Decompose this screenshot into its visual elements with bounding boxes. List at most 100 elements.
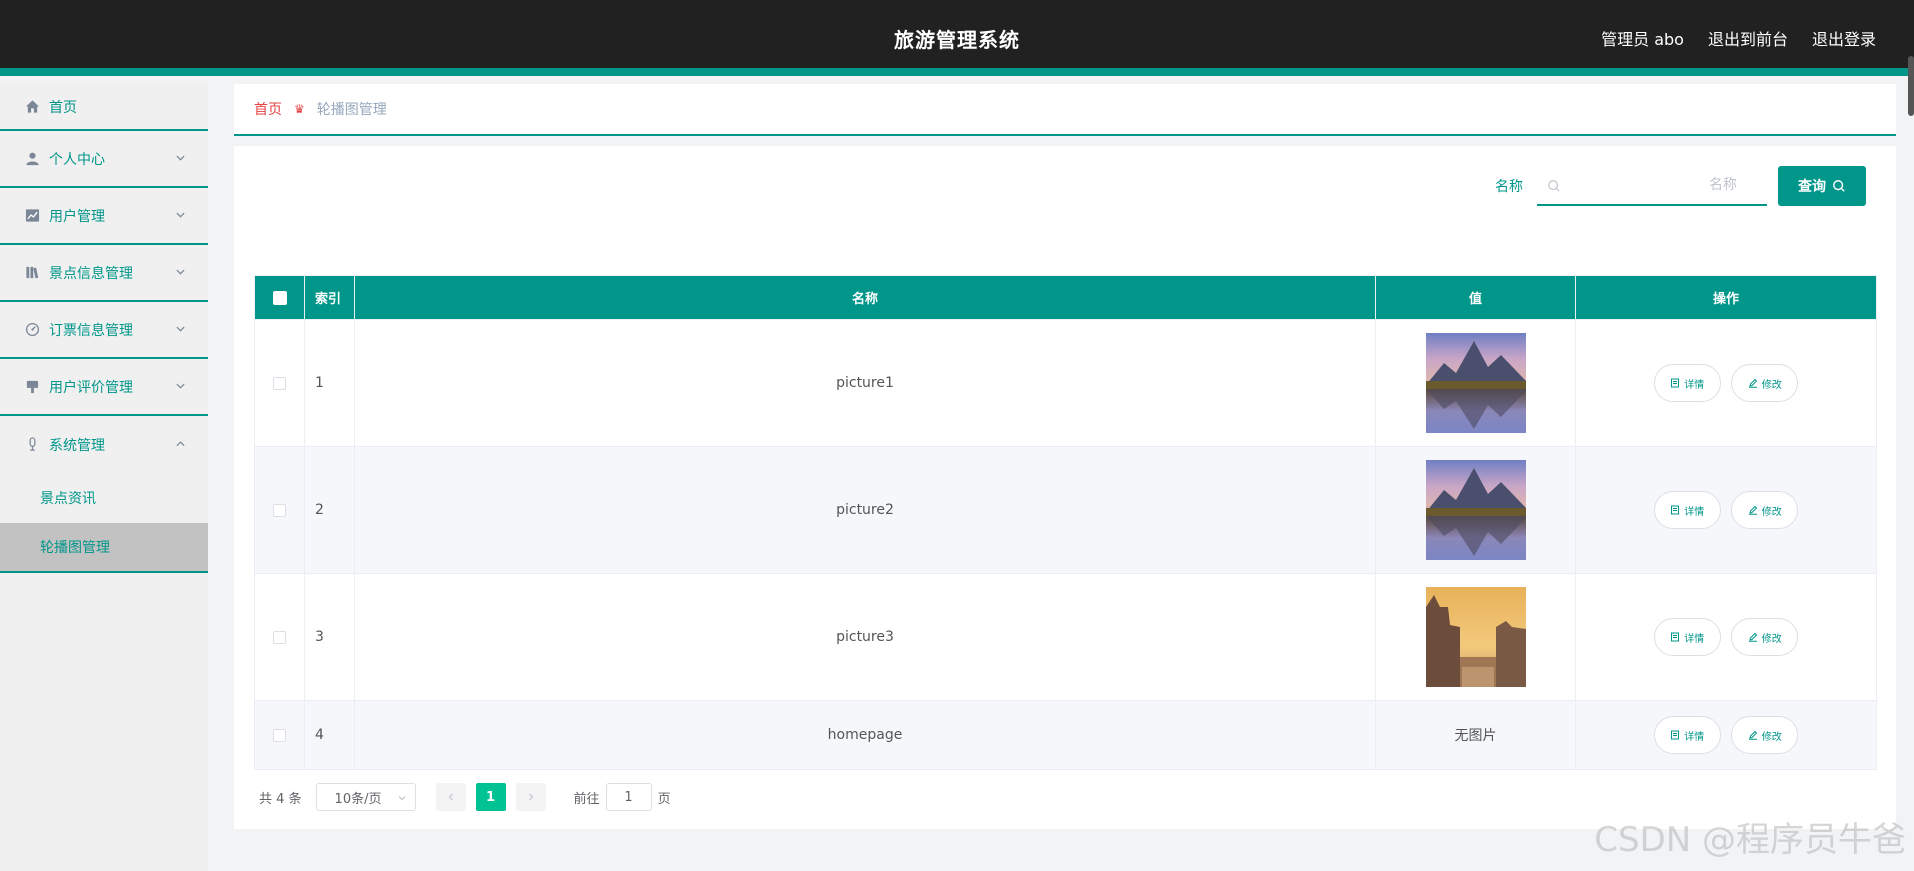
row-actions: 详情 修改 — [1575, 573, 1877, 701]
home-icon — [24, 99, 40, 115]
edit-button[interactable]: 修改 — [1731, 716, 1799, 754]
page-number-current[interactable]: 1 — [475, 783, 506, 811]
page-size-value: 10条/页 — [334, 791, 382, 807]
row-name: picture3 — [354, 573, 1376, 701]
sidebar-item-label: 系统管理 — [49, 437, 105, 454]
detail-button-label: 详情 — [1684, 379, 1705, 391]
chevron-right-icon — [528, 793, 533, 801]
detail-button[interactable]: 详情 — [1653, 491, 1721, 529]
mountain-lake-image[interactable] — [1425, 333, 1526, 433]
chevron-down-icon — [176, 383, 185, 389]
sidebar-item-system-management[interactable]: 系统管理 — [0, 416, 208, 473]
row-index: 2 — [304, 446, 355, 574]
search-label: 名称 — [1495, 179, 1523, 195]
search-icon — [1548, 180, 1560, 192]
sidebar-item-label: 用户管理 — [49, 208, 105, 225]
page-jump-input[interactable] — [605, 783, 652, 811]
document-icon — [1671, 505, 1680, 515]
query-button[interactable]: 查询 — [1778, 166, 1866, 206]
pagination-total: 共 4 条 — [259, 791, 302, 807]
sidebar-subitem-scenic-news[interactable]: 景点资讯 — [0, 473, 208, 523]
document-icon — [1671, 632, 1680, 642]
pagination: 共 4 条 10条/页 1 前往 页 — [259, 783, 671, 811]
row-value — [1375, 446, 1576, 574]
chart-icon — [24, 208, 40, 224]
row-value-text: 无图片 — [1375, 700, 1576, 770]
column-header: 索引 — [304, 275, 355, 320]
scrollbar-handle[interactable] — [1908, 56, 1914, 116]
watermark-text: CSDN @程序员牛爸 — [1594, 820, 1906, 860]
breadcrumb: 首页 ♛ 轮播图管理 — [234, 84, 1896, 136]
sidebar-subitem-carousel-management[interactable]: 轮播图管理 — [0, 523, 208, 573]
select-all-cell — [254, 275, 305, 320]
town-sunset-image[interactable] — [1425, 587, 1526, 687]
detail-button[interactable]: 详情 — [1653, 716, 1721, 754]
goto-frontend-link[interactable]: 退出到前台 — [1708, 26, 1788, 50]
page-size-select[interactable]: 10条/页 — [315, 783, 416, 811]
edit-button[interactable]: 修改 — [1731, 364, 1799, 402]
search-input-wrapper — [1537, 166, 1767, 206]
sidebar-item-user-review[interactable]: 用户评价管理 — [0, 359, 208, 416]
edit-icon — [1748, 730, 1757, 740]
brush-icon — [24, 379, 40, 395]
gauge-icon — [24, 322, 40, 338]
edit-button[interactable]: 修改 — [1731, 618, 1799, 656]
table-header-row: 索引 名称 值 操作 — [254, 275, 1877, 320]
search-bar: 名称 查询 — [1495, 166, 1866, 206]
search-input[interactable] — [1537, 166, 1767, 204]
header-links: 管理员 abo 退出到前台 退出登录 — [1601, 26, 1876, 50]
sidebar-item-home[interactable]: 首页 — [0, 84, 208, 131]
sidebar: 首页 个人中心 用户管理 景点信息管理 订票信息管理 用户评价管理 系统管理 景… — [0, 84, 208, 871]
logout-link[interactable]: 退出登录 — [1812, 26, 1876, 50]
column-header: 名称 — [354, 275, 1376, 320]
detail-button-label: 详情 — [1684, 633, 1705, 645]
row-value — [1375, 319, 1576, 447]
row-index: 3 — [304, 573, 355, 701]
mountain-lake-image[interactable] — [1425, 460, 1526, 560]
row-name: picture2 — [354, 446, 1376, 574]
library-icon — [24, 265, 40, 281]
search-icon — [1833, 180, 1845, 192]
chevron-left-icon — [448, 793, 453, 801]
sidebar-item-label: 首页 — [49, 99, 77, 116]
chevron-up-icon — [176, 440, 185, 446]
chevron-down-icon — [176, 269, 185, 275]
edit-icon — [1748, 505, 1757, 515]
column-header: 操作 — [1575, 275, 1877, 320]
row-checkbox[interactable] — [273, 503, 286, 517]
sidebar-item-label: 用户评价管理 — [49, 379, 133, 396]
breadcrumb-separator-icon: ♛ — [294, 102, 305, 116]
edit-icon — [1748, 378, 1757, 388]
prev-page-button[interactable] — [435, 783, 466, 811]
sidebar-item-user-management[interactable]: 用户管理 — [0, 188, 208, 245]
document-icon — [1671, 378, 1680, 388]
breadcrumb-current: 轮播图管理 — [316, 102, 387, 118]
detail-button[interactable]: 详情 — [1653, 618, 1721, 656]
row-actions: 详情 修改 — [1575, 319, 1877, 447]
sidebar-item-personal-center[interactable]: 个人中心 — [0, 131, 208, 188]
detail-button[interactable]: 详情 — [1653, 364, 1721, 402]
row-actions: 详情 修改 — [1575, 446, 1877, 574]
row-checkbox[interactable] — [273, 728, 286, 742]
detail-button-label: 详情 — [1684, 506, 1705, 518]
main-content: 名称 查询 索引 名称 值 操作 1 picture1 — [234, 146, 1896, 829]
chevron-down-icon — [176, 155, 185, 161]
column-header: 值 — [1375, 275, 1576, 320]
row-checkbox[interactable] — [273, 630, 286, 644]
select-all-checkbox[interactable] — [272, 290, 287, 305]
document-icon — [1671, 730, 1680, 740]
sidebar-item-ticket-info[interactable]: 订票信息管理 — [0, 302, 208, 359]
breadcrumb-home[interactable]: 首页 — [254, 99, 282, 119]
row-checkbox[interactable] — [273, 376, 286, 390]
admin-user-label[interactable]: 管理员 abo — [1601, 26, 1684, 50]
row-index: 1 — [304, 319, 355, 447]
row-index: 4 — [304, 700, 355, 770]
microphone-icon — [24, 437, 40, 453]
sidebar-item-label: 订票信息管理 — [49, 322, 133, 339]
table-row: 4 homepage 无图片 详情 修改 — [254, 700, 1877, 770]
sidebar-item-scenic-info[interactable]: 景点信息管理 — [0, 245, 208, 302]
chevron-down-icon — [176, 326, 185, 332]
next-page-button[interactable] — [515, 783, 546, 811]
query-button-label: 查询 — [1798, 179, 1826, 195]
edit-button[interactable]: 修改 — [1731, 491, 1799, 529]
